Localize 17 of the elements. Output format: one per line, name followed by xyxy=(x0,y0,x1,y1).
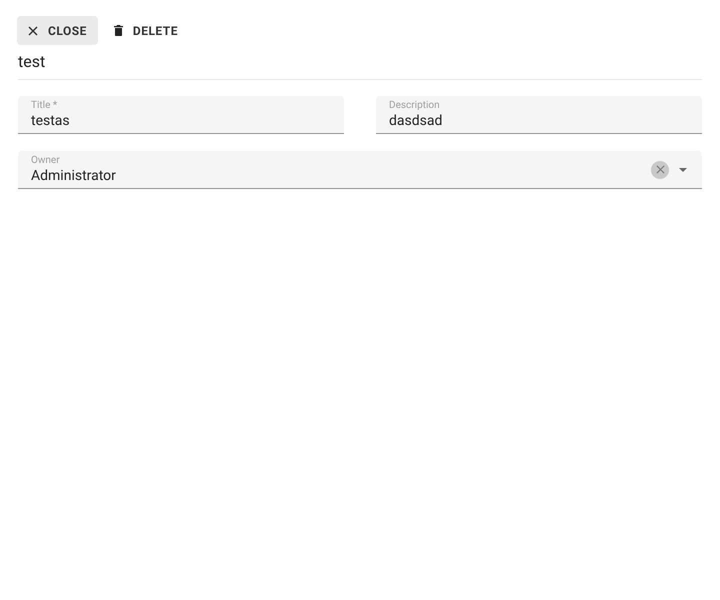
record-title: test xyxy=(18,52,46,72)
field-label: Description xyxy=(389,100,441,112)
delete-button[interactable]: DELETE xyxy=(102,16,189,45)
trash-icon xyxy=(114,25,123,36)
description-field[interactable]: Description dasdsad xyxy=(376,96,702,134)
text-input[interactable]: testas xyxy=(31,112,331,130)
close-icon xyxy=(28,26,38,36)
text-input[interactable]: dasdsad xyxy=(389,112,689,130)
title-field[interactable]: Title * testas xyxy=(18,96,344,134)
text-input[interactable]: Administrator xyxy=(31,166,651,184)
dropdown-caret-icon xyxy=(679,168,687,172)
clear-button[interactable] xyxy=(651,160,669,178)
owner-select[interactable]: Owner Administrator xyxy=(18,151,702,189)
field-label: Title * xyxy=(31,100,58,112)
field-label: Owner xyxy=(31,154,61,166)
clear-icon xyxy=(656,165,664,174)
close-button[interactable]: CLOSE xyxy=(17,16,98,45)
